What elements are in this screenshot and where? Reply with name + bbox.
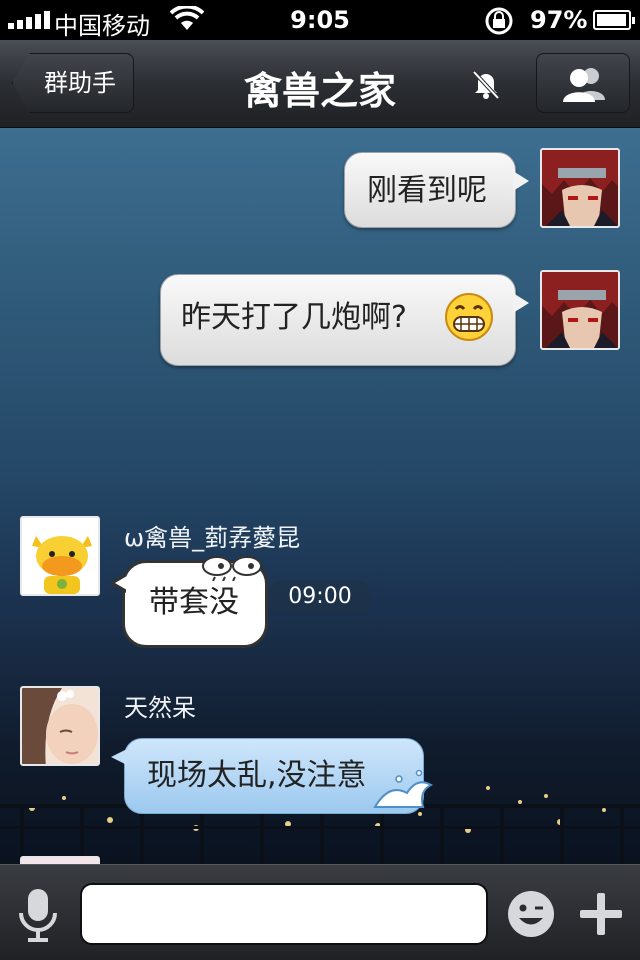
sender-avatar[interactable] [20, 856, 100, 864]
message-bubble-incoming[interactable]: 现场太乱,没注意 [111, 738, 434, 814]
my-avatar[interactable] [540, 148, 620, 228]
battery-icon [593, 10, 635, 30]
group-members-icon [563, 68, 605, 102]
message-bubble-outgoing[interactable]: 昨天打了几炮啊? [160, 274, 529, 366]
message-bubble-incoming[interactable]: 带套没 [110, 556, 268, 648]
grin-emoji-icon [445, 293, 493, 341]
sender-name: 天然呆 [124, 694, 196, 722]
comic-eyes-icon [202, 556, 262, 581]
voice-input-button[interactable] [16, 887, 60, 943]
wave-splash-icon [373, 769, 434, 808]
message-text: 带套没 [149, 585, 239, 620]
girl-photo-avatar-icon [22, 688, 98, 764]
timestamp-divider: 09:00 [268, 580, 372, 614]
rotation-lock-icon [482, 6, 516, 42]
chat-area[interactable]: 刚看到呢 昨天打了几炮啊? 09:00 ω禽兽_菿孨薆昆 带套没 天然呆 现场太… [0, 128, 640, 864]
emoji-button[interactable] [506, 889, 556, 939]
status-bar: 中国移动 9:05 97% [0, 0, 640, 40]
red-hair-anime-avatar-icon [542, 272, 618, 348]
message-text: 刚看到呢 [367, 173, 487, 208]
back-button[interactable]: 群助手 [12, 53, 134, 113]
message-text: 现场太乱,没注意 [147, 758, 367, 793]
sender-avatar[interactable] [20, 686, 100, 766]
microphone-icon [19, 889, 57, 942]
message-bubble-outgoing[interactable]: 刚看到呢 [344, 152, 529, 228]
mute-bell-icon [470, 68, 502, 100]
battery-percent: 97% [530, 6, 588, 34]
yellow-cow-avatar-icon [22, 518, 98, 594]
message-input[interactable] [80, 883, 488, 945]
chat-title: 禽兽之家 [243, 69, 396, 113]
my-avatar[interactable] [540, 270, 620, 350]
sender-avatar[interactable] [20, 516, 100, 596]
plus-icon [580, 893, 622, 935]
more-actions-button[interactable] [578, 889, 624, 939]
red-hair-anime-avatar-icon [542, 150, 618, 226]
emoji-icon [508, 891, 554, 937]
navigation-bar: 群助手 禽兽之家 [0, 40, 640, 128]
input-bar [0, 864, 640, 960]
message-text: 昨天打了几炮啊? [181, 300, 407, 335]
group-members-button[interactable] [536, 53, 630, 113]
sender-name: ω禽兽_菿孨薆昆 [124, 524, 301, 552]
